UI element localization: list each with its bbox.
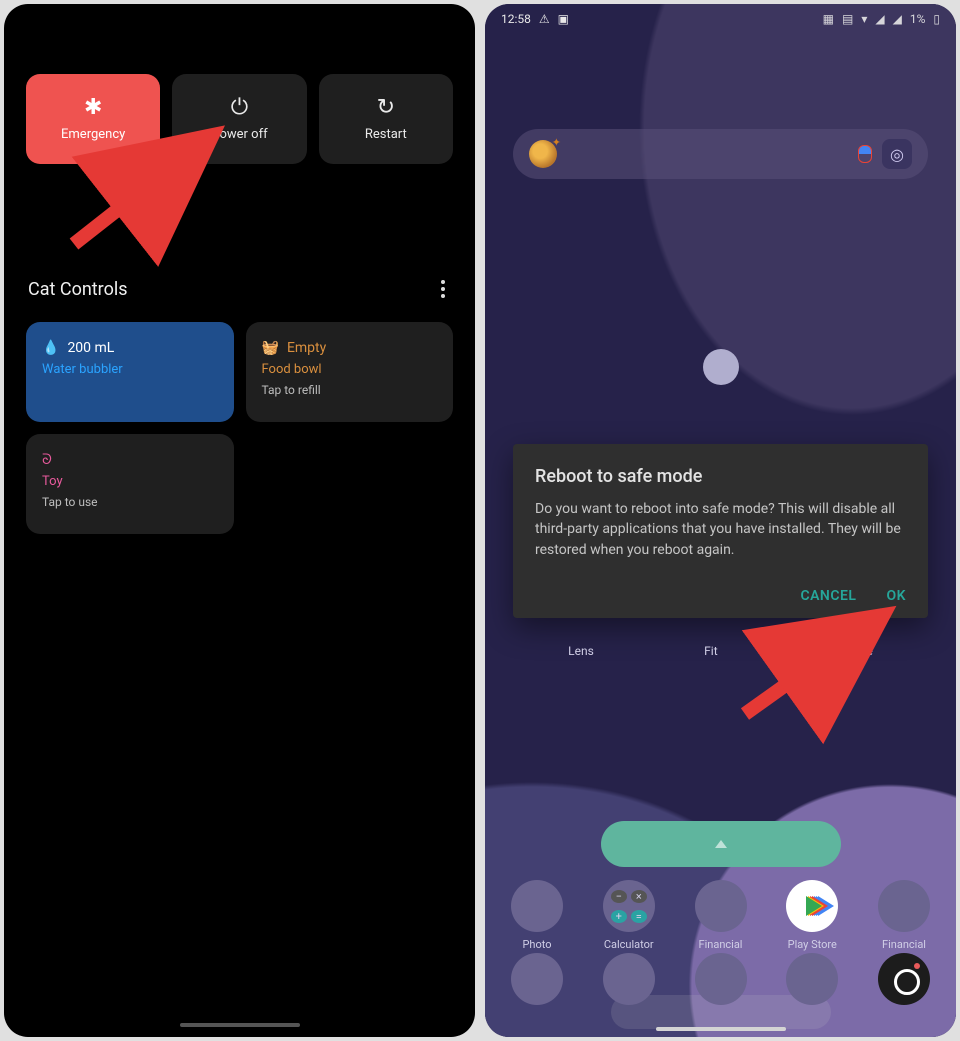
water-drop-icon: 💧 [42,340,59,356]
folder-label: Fit [704,644,717,658]
mic-icon[interactable] [858,145,872,163]
folder-label: Lens [568,644,594,658]
safe-mode-dialog: Reboot to safe mode Do you want to reboo… [513,444,928,618]
app-label: Play Store [788,938,837,951]
controls-title: Cat Controls [28,279,128,300]
toy-icon: ᘐ [42,452,52,468]
card-top: 💧 200 mL [42,340,218,356]
financial-folder-1[interactable]: Financial [691,880,751,951]
card-top: 🧺 Empty [262,340,438,356]
power-icon: ⏻ [231,97,248,119]
signal-icon-2: ◢ [893,12,902,26]
folder-label: Lifestyle [828,644,873,658]
calculator-folder[interactable]: −× += Calculator [599,880,659,951]
app-row-1: Photo −× += Calculator Financial Play St… [507,880,934,951]
food-value: Empty [287,340,326,356]
dock-security-folder[interactable] [691,953,751,1011]
toy-card[interactable]: ᘐ Toy Tap to use [26,434,234,534]
financial-folder-2[interactable]: Financial [874,880,934,951]
food-sub: Tap to refill [262,383,438,397]
gesture-bar[interactable] [180,1023,300,1027]
bowl-icon: 🧺 [262,340,279,356]
app-label: Photo [522,938,551,951]
dock-browser-folder[interactable] [782,953,842,1011]
restart-icon: ↻ [377,97,395,119]
lens-icon[interactable]: ◎ [882,139,912,169]
water-bubbler-card[interactable]: 💧 200 mL Water bubbler [26,322,234,422]
app-row-2 [507,953,934,1011]
medical-icon: ✱ [84,97,102,119]
restart-label: Restart [365,127,407,142]
food-name: Food bowl [262,362,438,377]
clock: 12:58 [501,12,531,26]
cast-icon: ▦ [823,12,834,26]
toy-name: Toy [42,474,218,489]
emergency-label: Emergency [61,127,125,142]
google-search-bar[interactable]: ◎ [513,129,928,179]
controls-header: Cat Controls [4,164,475,322]
food-bowl-card[interactable]: 🧺 Empty Food bowl Tap to refill [246,322,454,422]
cancel-button[interactable]: CANCEL [800,588,856,604]
app-label: Financial [882,938,926,951]
play-store-app[interactable]: Play Store [782,880,842,951]
dialog-title: Reboot to safe mode [535,466,906,487]
battery-text: 1% [910,12,926,26]
power-menu-row: ✱ Emergency ⏻ Power off ↻ Restart [4,4,475,164]
vibrate-icon: ▤ [842,12,853,26]
right-screenshot: 12:58 ⚠ ▣ ▦ ▤ ▾ ◢ ◢ 1% ▯ ◎ Reboot to saf… [485,4,956,1037]
emergency-button[interactable]: ✱ Emergency [26,74,160,164]
google-logo-icon [529,140,557,168]
dialog-body: Do you want to reboot into safe mode? Th… [535,499,906,560]
water-name: Water bubbler [42,362,218,377]
dock-reddit-folder[interactable] [599,953,659,1011]
dock-camera-app[interactable] [874,953,934,1011]
warning-icon: ⚠ [539,12,550,26]
app-label: Financial [699,938,743,951]
app-label: Calculator [604,938,654,951]
restart-button[interactable]: ↻ Restart [319,74,453,164]
wifi-icon: ▾ [861,12,867,26]
dock-phone-folder[interactable] [507,953,567,1011]
folder-labels-row: Lens Fit Lifestyle [513,644,928,658]
battery-icon: ▯ [933,12,940,26]
ok-button[interactable]: OK [886,588,906,604]
left-screenshot: ✱ Emergency ⏻ Power off ↻ Restart Cat Co… [4,4,475,1037]
water-value: 200 mL [67,340,114,356]
overflow-menu-icon[interactable] [435,274,451,304]
dialog-actions: CANCEL OK [535,588,906,604]
drawer-handle[interactable] [601,821,841,867]
wallpaper-moon [703,349,739,385]
power-off-button[interactable]: ⏻ Power off [172,74,306,164]
gesture-bar[interactable] [656,1027,786,1031]
controls-grid: 💧 200 mL Water bubbler 🧺 Empty Food bowl… [4,322,475,534]
card-top: ᘐ [42,452,218,468]
screenshot-icon: ▣ [558,12,569,26]
toy-sub: Tap to use [42,495,218,509]
power-off-label: Power off [211,127,267,142]
status-bar: 12:58 ⚠ ▣ ▦ ▤ ▾ ◢ ◢ 1% ▯ [485,4,956,34]
signal-icon-1: ◢ [875,12,884,26]
photo-folder[interactable]: Photo [507,880,567,951]
